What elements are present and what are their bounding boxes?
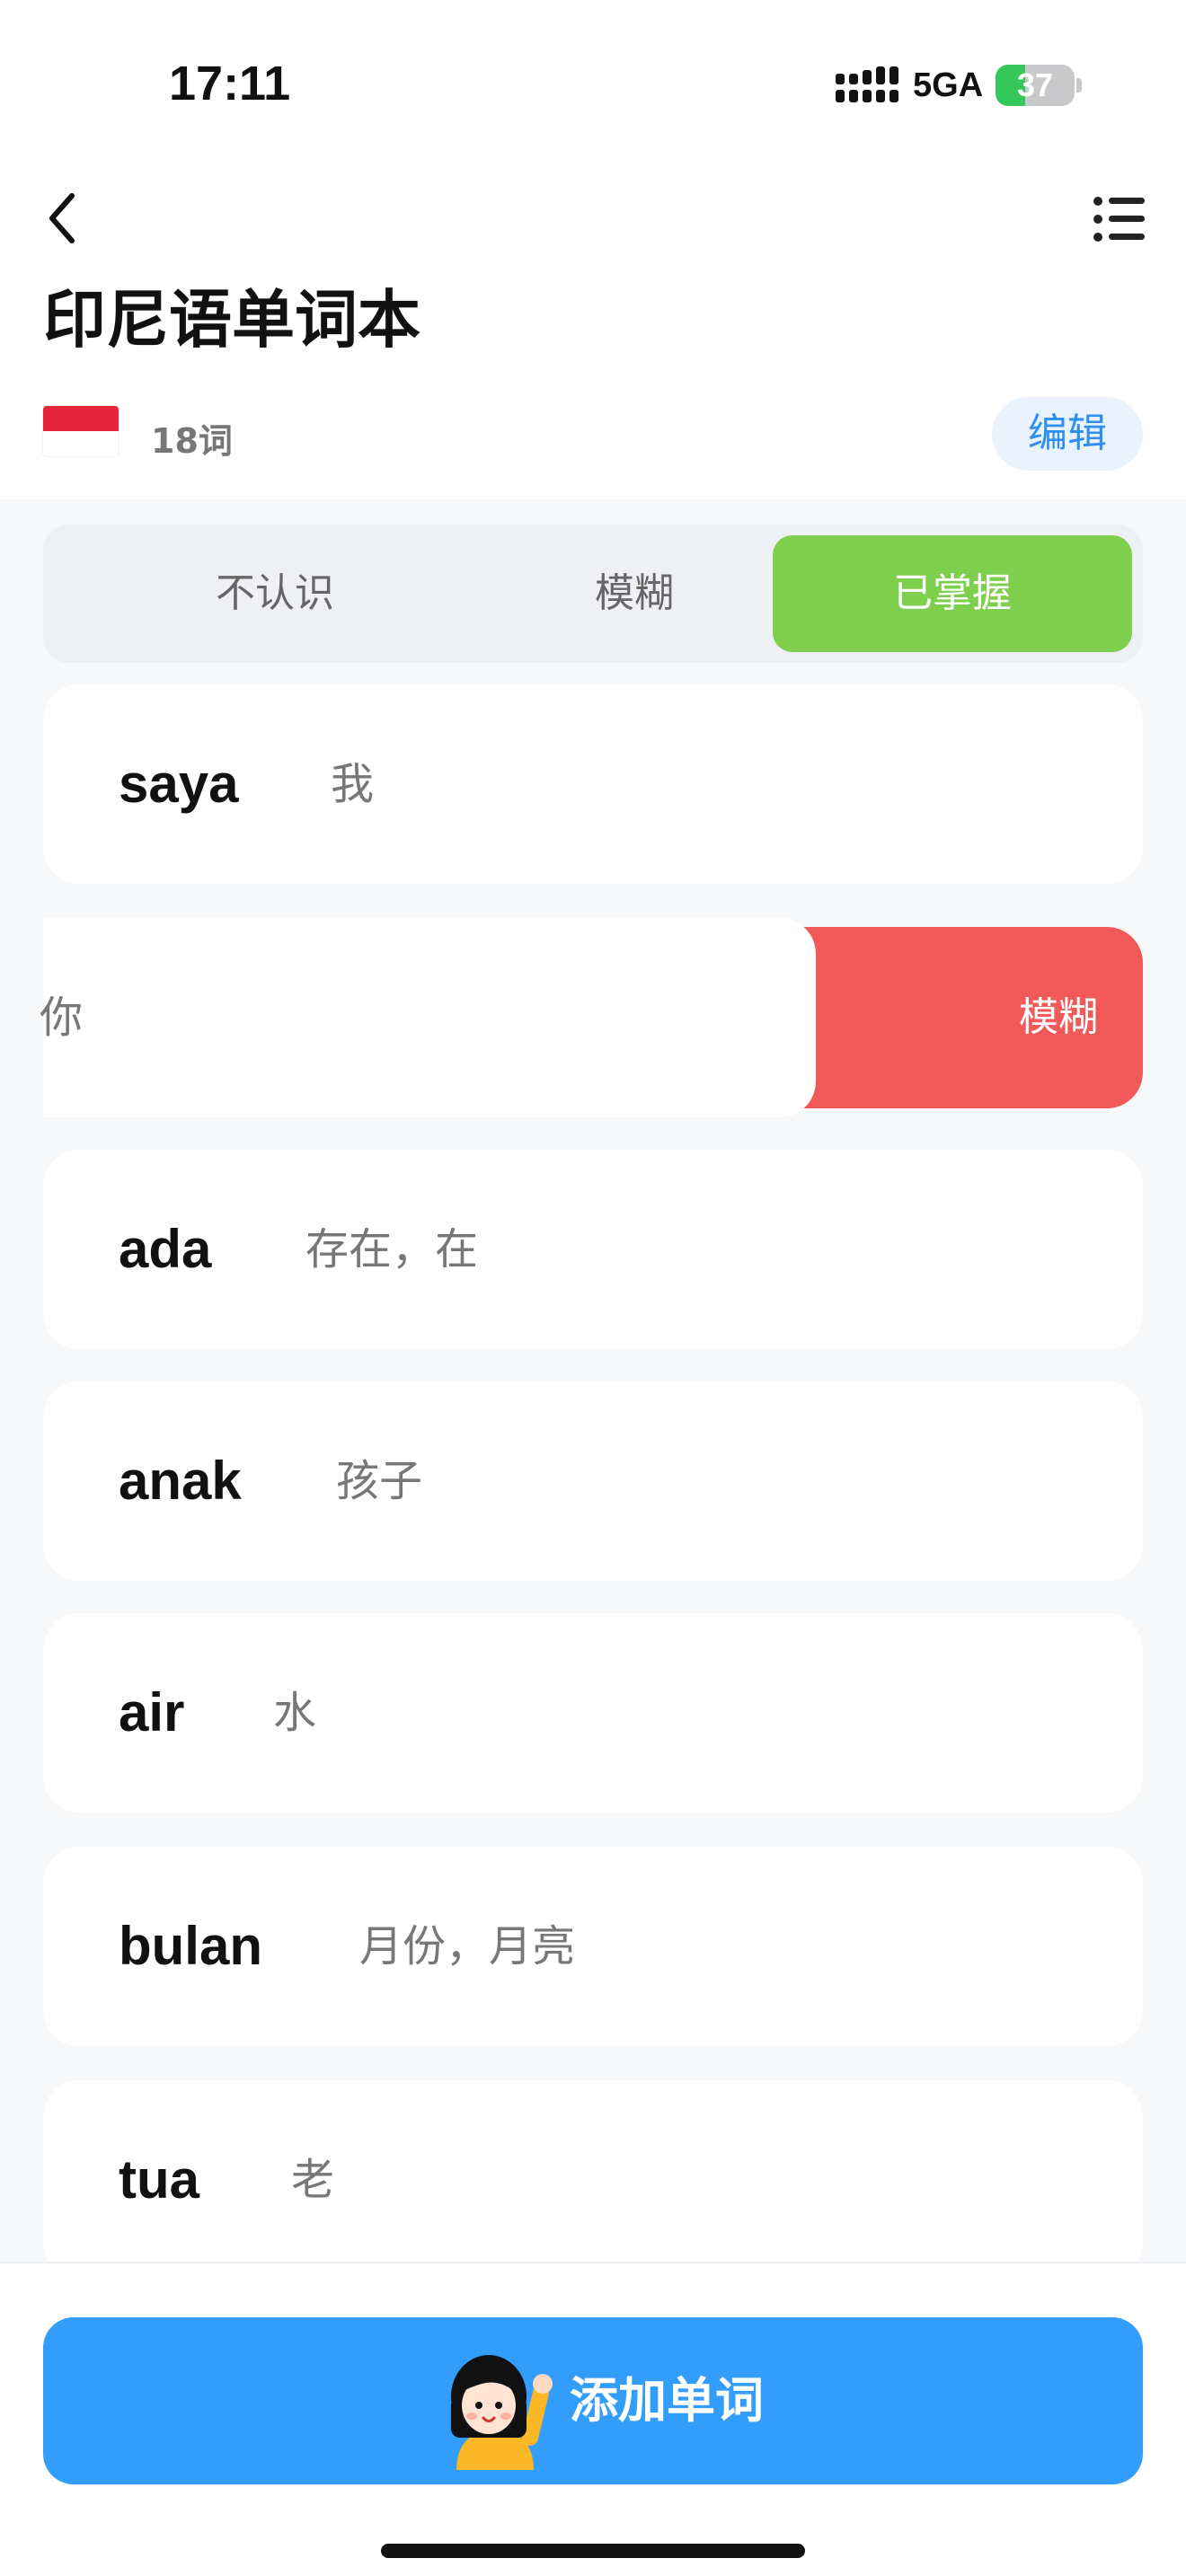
bottom-bar: 添加单词 [0,2262,1186,2576]
list-icon [1093,197,1145,242]
word-card[interactable]: saya 我 [43,684,1143,884]
page-title: 印尼语单词本 [43,283,420,357]
status-time: 17:11 [169,57,291,110]
network-label: 5GA [913,66,984,104]
word-text: air [119,1682,185,1742]
tab-mastered[interactable]: 已掌握 [773,535,1132,652]
tab-unknown[interactable]: 不认识 [95,535,455,652]
word-card[interactable]: bulan 月份，月亮 [43,1847,1143,2046]
mark-fuzzy-action[interactable]: 模糊 [791,927,1143,1108]
word-meaning: 月份，月亮 [359,1921,576,1972]
word-text: anak [119,1451,242,1511]
waving-girl-icon [451,2355,553,2470]
word-meaning: 孩子 [336,1456,423,1506]
word-text: saya [119,754,239,814]
word-card-swiped[interactable]: 你 [40,918,816,1117]
word-meaning: 老 [291,2155,335,2205]
word-meaning: 水 [273,1688,317,1738]
add-word-button[interactable]: 添加单词 [43,2317,1143,2484]
tab-fuzzy[interactable]: 模糊 [455,535,814,652]
add-word-label: 添加单词 [570,2372,764,2429]
word-card[interactable]: anak 孩子 [43,1381,1143,1581]
word-meaning: 你 [40,992,84,1043]
battery-icon: 37 [996,65,1082,106]
home-indicator [381,2544,805,2558]
word-card[interactable]: tua 老 [43,2080,1143,2280]
word-text: bulan [119,1916,262,1976]
indonesia-flag-icon [43,406,119,456]
chevron-left-icon [49,193,75,243]
mark-fuzzy-label: 模糊 [1019,994,1098,1040]
signal-icon [836,66,898,102]
menu-button[interactable] [1093,194,1146,244]
word-card[interactable]: air 水 [43,1613,1143,1813]
word-meaning: 我 [331,759,375,809]
tab-bar: 不认识 模糊 已掌握 [43,525,1143,663]
word-card[interactable]: ada 存在，在 [43,1150,1143,1349]
battery-percent: 37 [1016,66,1054,103]
word-count: 18词 [151,421,233,461]
word-meaning: 存在，在 [305,1224,479,1275]
word-text: ada [119,1219,212,1279]
back-button[interactable] [40,187,93,250]
word-text: tua [119,2149,199,2210]
edit-button[interactable]: 编辑 [992,397,1143,471]
